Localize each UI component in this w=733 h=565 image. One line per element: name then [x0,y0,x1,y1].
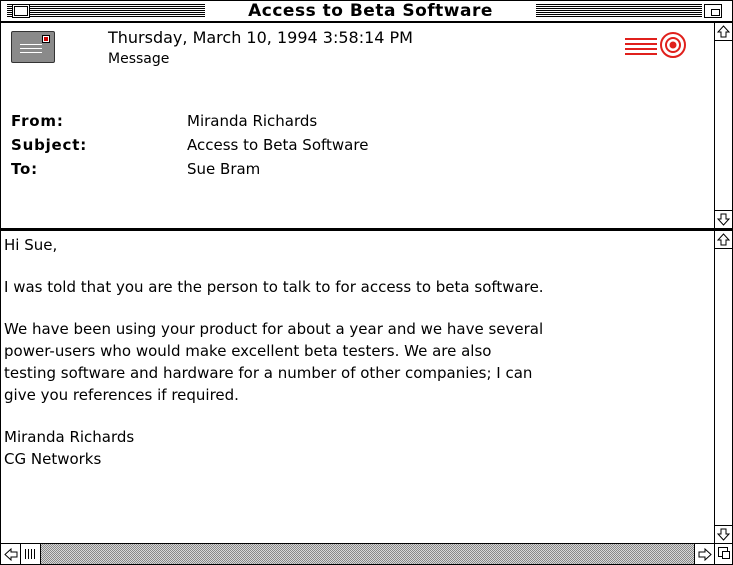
from-label: From: [11,112,64,130]
scroll-down-arrow-icon [717,528,730,541]
to-label: To: [11,160,38,178]
to-value: Sue Bram [187,160,261,178]
header-scrollbar[interactable] [714,23,732,228]
body-scrollbar[interactable] [714,231,732,543]
letter-icon [11,31,55,63]
resize-grow-box[interactable] [714,543,732,564]
from-value: Miranda Richards [187,112,318,130]
scroll-thumb[interactable] [21,544,41,564]
header-scroll-up-button[interactable] [715,23,732,41]
scroll-down-arrow-icon [717,213,730,226]
scroll-up-arrow-icon [717,233,730,246]
message-date: Thursday, March 10, 1994 3:58:14 PM [108,28,413,47]
signature-company: CG Networks [4,450,102,468]
scroll-up-arrow-icon [717,25,730,38]
letter-flag [42,35,50,43]
body-line: We have been using your product for abou… [4,320,544,338]
scroll-right-arrow-icon [698,547,712,561]
close-icon [14,6,28,16]
grip-icon [24,549,37,559]
letter-lines [20,44,42,54]
body-line: power-users who would make excellent bet… [4,342,492,360]
window-title: Access to Beta Software [205,1,536,21]
title-bar[interactable]: Access to Beta Software [1,1,732,23]
mail-window: Access to Beta Software Thursday, March … [0,0,733,565]
signature-name: Miranda Richards [4,428,135,446]
title-bar-stripes-right [536,4,702,18]
zoom-icon [711,9,720,16]
resize-icon-inner [722,551,730,559]
message-kind: Message [108,51,170,67]
body-greeting: Hi Sue, [4,236,58,254]
postmark-stamp-icon [625,32,686,58]
body-scroll-down-button[interactable] [715,525,732,543]
body-scroll-up-button[interactable] [715,231,732,249]
horizontal-scrollbar[interactable] [1,543,714,564]
scroll-left-arrow-icon [3,547,17,561]
subject-value: Access to Beta Software [187,136,369,154]
header-scroll-down-button[interactable] [715,210,732,228]
body-line: I was told that you are the person to ta… [4,278,544,296]
title-bar-stripes-left [7,4,205,18]
message-body[interactable]: Hi Sue, I was told that you are the pers… [1,231,714,543]
zoom-box[interactable] [704,4,722,18]
subject-label: Subject: [11,136,87,154]
scroll-left-button[interactable] [1,544,21,564]
body-line: testing software and hardware for a numb… [4,364,533,382]
message-header-pane: Thursday, March 10, 1994 3:58:14 PM Mess… [1,23,714,228]
close-box[interactable] [12,4,30,18]
body-line: give you references if required. [4,386,239,404]
scroll-right-button[interactable] [694,544,714,564]
